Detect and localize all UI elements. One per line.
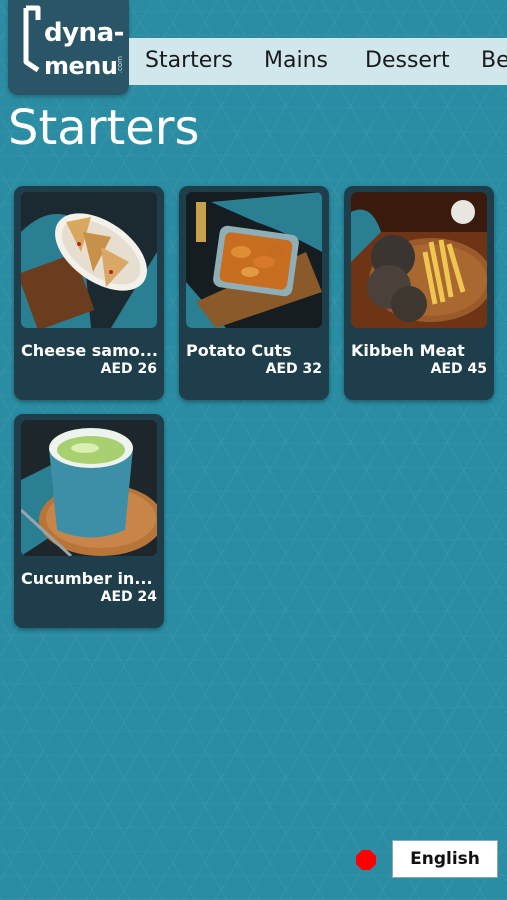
tab-beverages[interactable]: Be [481,48,507,73]
menu-item-card[interactable]: Kibbeh Meat AED 45 [344,186,494,400]
item-price: AED 24 [100,589,157,605]
tab-starters[interactable]: Starters [145,48,233,73]
item-name: Kibbeh Meat [351,341,465,360]
brand-suffix: .com [116,56,124,74]
page-title: Starters [8,100,200,156]
menu-item-card[interactable]: Cheese samo... AED 26 [14,186,164,400]
brand-line1: dyna- [44,18,124,48]
language-button[interactable]: English [392,840,498,878]
category-tabbar[interactable]: Starters Mains Dessert Be [129,38,507,85]
item-name: Potato Cuts [186,341,292,360]
menu-item-card[interactable]: Potato Cuts AED 32 [179,186,329,400]
cucumber-salad-photo [21,420,157,556]
item-price: AED 26 [100,361,157,377]
brand-logo[interactable]: dyna- menu .com [8,0,129,95]
cheese-samosa-photo [21,192,157,328]
item-name: Cucumber in... [21,569,153,588]
item-price: AED 45 [430,361,487,377]
brand-line2: menu [44,52,118,80]
item-name: Cheese samo... [21,341,158,360]
potato-cuts-photo [186,192,322,328]
tab-mains[interactable]: Mains [264,48,328,73]
kibbeh-meat-photo [351,192,487,328]
item-price: AED 32 [265,361,322,377]
menu-item-card[interactable]: Cucumber in... AED 24 [14,414,164,628]
language-indicator-icon [356,850,376,870]
tab-dessert[interactable]: Dessert [365,48,450,73]
